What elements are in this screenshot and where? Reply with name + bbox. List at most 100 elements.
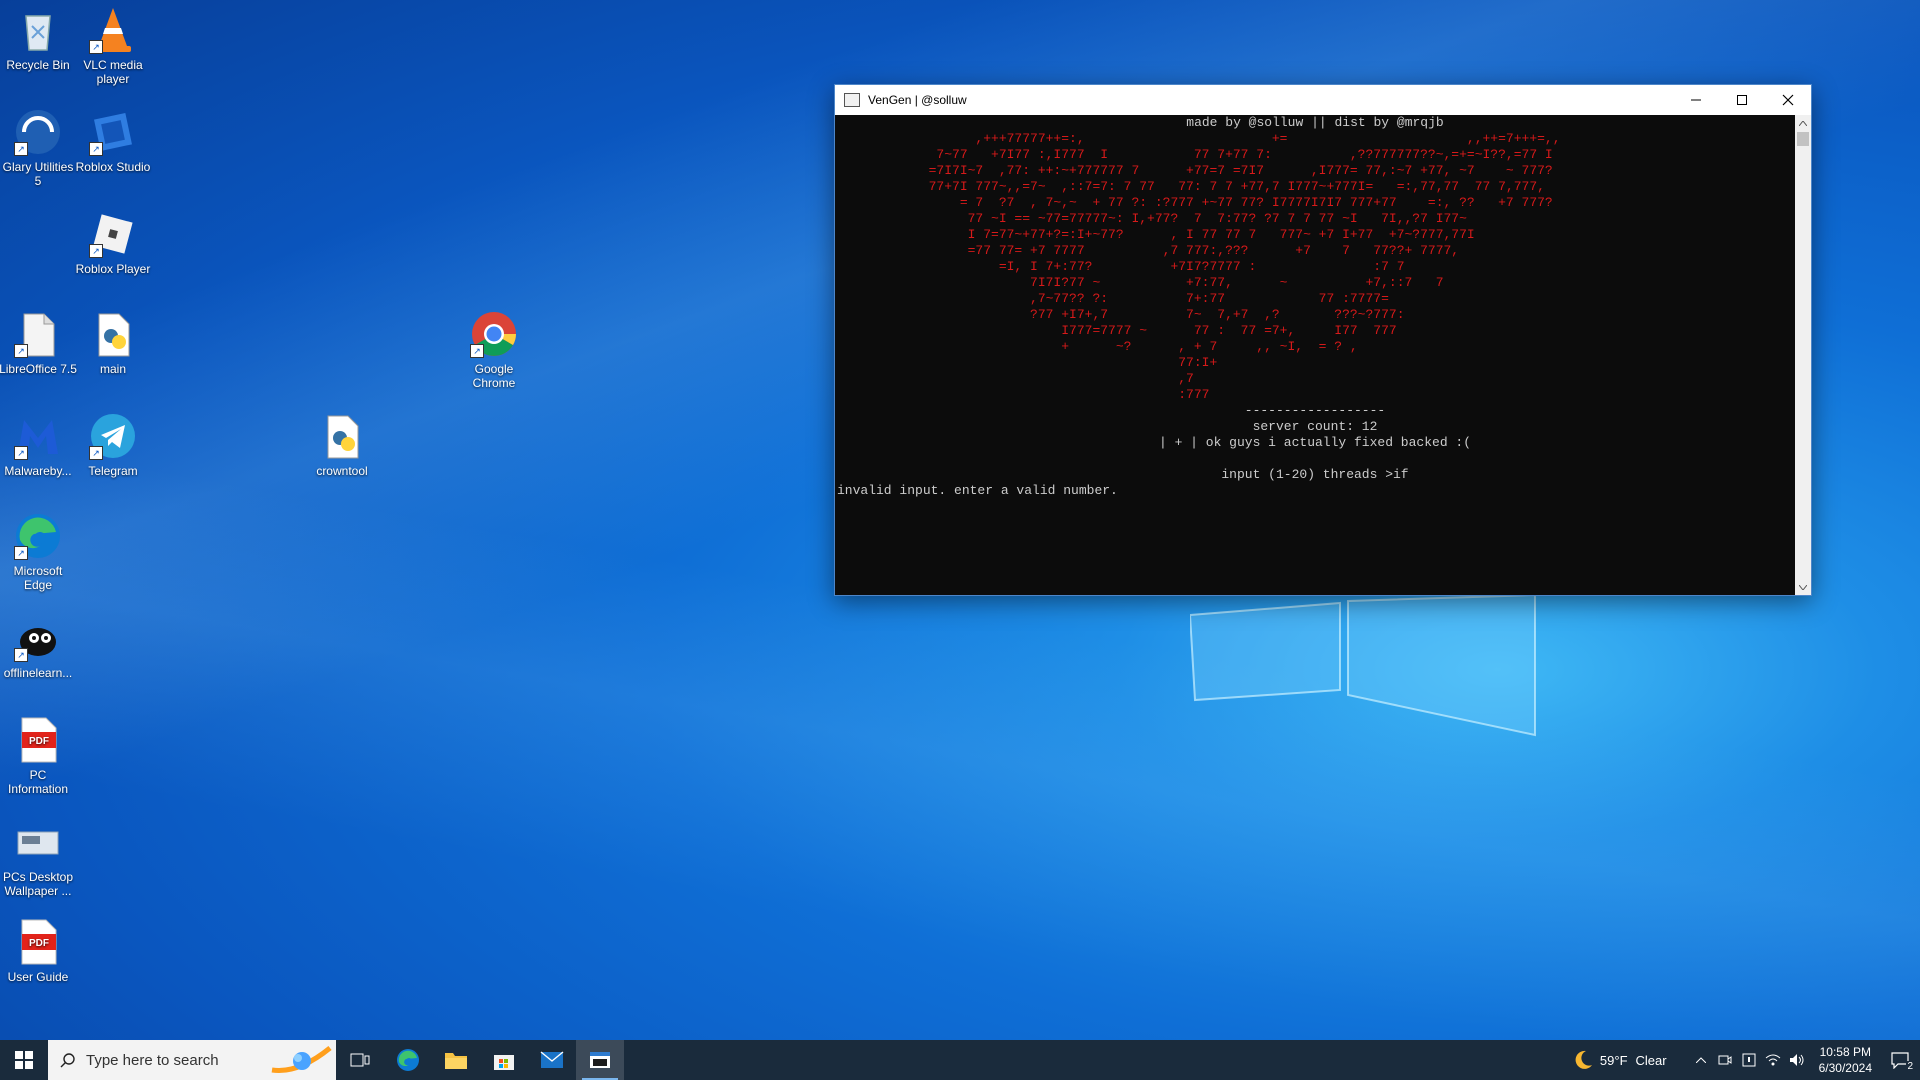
desktop-icon-malwarebytes[interactable]: ↗ Malwareby... bbox=[0, 412, 78, 478]
desktop-icon-label: Glary Utilities 5 bbox=[2, 160, 74, 188]
ascii-art-line: 77:I+ bbox=[835, 355, 1218, 370]
shortcut-arrow-icon: ↗ bbox=[14, 546, 28, 560]
scroll-down-button[interactable] bbox=[1795, 579, 1811, 595]
edge-icon bbox=[397, 1049, 419, 1071]
desktop-icon-microsoft-edge[interactable]: ↗ Microsoft Edge bbox=[0, 512, 78, 592]
desktop-icon-roblox-player[interactable]: ↗ Roblox Player bbox=[73, 210, 153, 276]
notification-center-button[interactable]: 2 bbox=[1880, 1040, 1920, 1080]
system-tray: 59°F Clear 10:58 PM 6/30/2024 2 bbox=[1572, 1040, 1920, 1080]
shortcut-arrow-icon: ↗ bbox=[89, 40, 103, 54]
edge-icon: ↗ bbox=[14, 512, 62, 560]
desktop-icon-roblox-studio[interactable]: ↗ Roblox Studio bbox=[73, 108, 153, 174]
python-file-icon bbox=[318, 412, 366, 460]
shortcut-arrow-icon: ↗ bbox=[14, 446, 28, 460]
clock-date: 6/30/2024 bbox=[1818, 1061, 1872, 1075]
terminal-icon bbox=[590, 1052, 610, 1068]
scrollbar-thumb[interactable] bbox=[1797, 132, 1809, 146]
error-message: invalid input. enter a valid number. bbox=[837, 483, 1118, 498]
taskbar-file-explorer[interactable] bbox=[432, 1040, 480, 1080]
shortcut-arrow-icon: ↗ bbox=[89, 244, 103, 258]
ascii-art-line: 7~77 +7I77 :,I777 I 77 7+77 7: ,??777777… bbox=[835, 147, 1553, 162]
desktop-icon-label: PCs Desktop Wallpaper ... bbox=[2, 870, 74, 898]
desktop-icon-libreoffice[interactable]: ↗ LibreOffice 7.5 bbox=[0, 310, 78, 376]
desktop-icon-user-guide[interactable]: PDF User Guide bbox=[0, 918, 78, 984]
libreoffice-icon: ↗ bbox=[14, 310, 62, 358]
desktop-icon-offlinelearn[interactable]: ↗ offlinelearn... bbox=[0, 614, 78, 680]
minimize-button[interactable] bbox=[1673, 85, 1719, 115]
taskbar-clock[interactable]: 10:58 PM 6/30/2024 bbox=[1819, 1044, 1872, 1076]
close-button[interactable] bbox=[1765, 85, 1811, 115]
taskbar-console-app[interactable] bbox=[576, 1040, 624, 1080]
desktop-icon-label: Roblox Player bbox=[75, 262, 151, 276]
desktop-icon-pc-information[interactable]: PDF PC Information bbox=[0, 716, 78, 796]
console-header: made by @solluw || dist by @mrqjb bbox=[1186, 115, 1444, 130]
security-alert-icon bbox=[1742, 1053, 1756, 1067]
vlc-icon: ↗ bbox=[89, 6, 137, 54]
desktop-icon-recycle-bin[interactable]: Recycle Bin bbox=[0, 6, 78, 72]
desktop-icon-telegram[interactable]: ↗ Telegram bbox=[73, 412, 153, 478]
taskbar-search-box[interactable]: Type here to search bbox=[48, 1040, 336, 1080]
clock-time: 10:58 PM bbox=[1819, 1045, 1871, 1059]
python-file-icon bbox=[89, 310, 137, 358]
desktop-icon-vlc[interactable]: ↗ VLC media player bbox=[73, 6, 153, 86]
desktop-icon-label: Google Chrome bbox=[472, 362, 516, 390]
ascii-art-line: ,7~77?? ?: 7+:77 77 :7777= bbox=[835, 291, 1389, 306]
task-view-icon bbox=[350, 1053, 370, 1067]
shortcut-arrow-icon: ↗ bbox=[14, 344, 28, 358]
tray-meet-now[interactable] bbox=[1713, 1040, 1737, 1080]
desktop-icon-pcs-desktop-wallpaper[interactable]: PCs Desktop Wallpaper ... bbox=[0, 818, 78, 898]
svg-text:PDF: PDF bbox=[29, 736, 49, 747]
search-highlight-icon bbox=[271, 1046, 332, 1074]
weather-widget[interactable]: 59°F Clear bbox=[1572, 1049, 1667, 1071]
chevron-down-icon bbox=[1799, 584, 1807, 590]
window-title: VenGen | @solluw bbox=[868, 93, 967, 107]
desktop-icon-main[interactable]: main bbox=[73, 310, 153, 376]
show-hidden-icons-button[interactable] bbox=[1689, 1040, 1713, 1080]
ascii-art-line: 77 ~I == ~77=77777~: I,+77? 7 7:77? ?7 7… bbox=[835, 211, 1467, 226]
shortcut-arrow-icon: ↗ bbox=[14, 648, 28, 662]
desktop-icon-label: Microsoft Edge bbox=[13, 564, 63, 592]
desktop-icon-label: PC Information bbox=[7, 768, 69, 796]
threads-prompt[interactable]: input (1-20) threads >if bbox=[835, 467, 1795, 483]
tray-volume[interactable] bbox=[1785, 1040, 1809, 1080]
desktop-icon-label: offlinelearn... bbox=[3, 666, 73, 680]
mail-icon bbox=[540, 1051, 564, 1068]
ascii-art-line: ,7 bbox=[835, 371, 1194, 386]
start-button[interactable] bbox=[0, 1040, 48, 1080]
console-output[interactable]: made by @solluw || dist by @mrqjb ,+++77… bbox=[835, 115, 1795, 595]
pdf-icon: PDF bbox=[14, 918, 62, 966]
server-count: server count: 12 bbox=[1252, 419, 1378, 434]
console-window[interactable]: VenGen | @solluw made by @solluw || dist… bbox=[834, 84, 1812, 596]
maximize-icon bbox=[1737, 95, 1747, 105]
desktop-icon-label: User Guide bbox=[7, 970, 69, 984]
ascii-art-line: =I, I 7+:77? +7I7?7777 : :7 7 bbox=[835, 259, 1405, 274]
desktop-icon-glary-utilities[interactable]: ↗ Glary Utilities 5 bbox=[0, 108, 78, 188]
tray-network[interactable] bbox=[1761, 1040, 1785, 1080]
wallpaper-icon bbox=[14, 818, 62, 866]
desktop-icon-label: Recycle Bin bbox=[6, 58, 70, 72]
maximize-button[interactable] bbox=[1719, 85, 1765, 115]
pdf-icon: PDF bbox=[14, 716, 62, 764]
wifi-icon bbox=[1765, 1054, 1780, 1066]
taskbar-store[interactable] bbox=[480, 1040, 528, 1080]
video-icon bbox=[1718, 1055, 1732, 1065]
tray-security[interactable] bbox=[1737, 1040, 1761, 1080]
taskbar: Type here to search 59°F Clear 10:58 PM … bbox=[0, 1040, 1920, 1080]
volume-icon bbox=[1789, 1054, 1804, 1066]
ascii-art-line: 7I7I?77 ~ +7:77, ~ +7,::7 7 bbox=[835, 275, 1444, 290]
desktop-icon-google-chrome[interactable]: ↗ Google Chrome bbox=[454, 310, 534, 390]
ascii-art-line: I 7=77~+77+?=:I+~77? , I 77 77 7 777~ +7… bbox=[835, 227, 1475, 242]
vertical-scrollbar[interactable] bbox=[1795, 115, 1811, 595]
taskbar-edge[interactable] bbox=[384, 1040, 432, 1080]
desktop-icon-crowntool[interactable]: crowntool bbox=[302, 412, 382, 478]
desktop-icon-label: LibreOffice 7.5 bbox=[0, 362, 77, 376]
ascii-art-line: ,+++77777++=:, += ,,++=7+++=,, bbox=[835, 131, 1561, 146]
weather-condition: Clear bbox=[1635, 1052, 1667, 1068]
search-placeholder: Type here to search bbox=[86, 1051, 219, 1069]
desktop-icon-label: Malwareby... bbox=[4, 464, 72, 478]
window-titlebar[interactable]: VenGen | @solluw bbox=[835, 85, 1811, 115]
scroll-up-button[interactable] bbox=[1795, 115, 1811, 131]
task-view-button[interactable] bbox=[336, 1040, 384, 1080]
taskbar-mail[interactable] bbox=[528, 1040, 576, 1080]
